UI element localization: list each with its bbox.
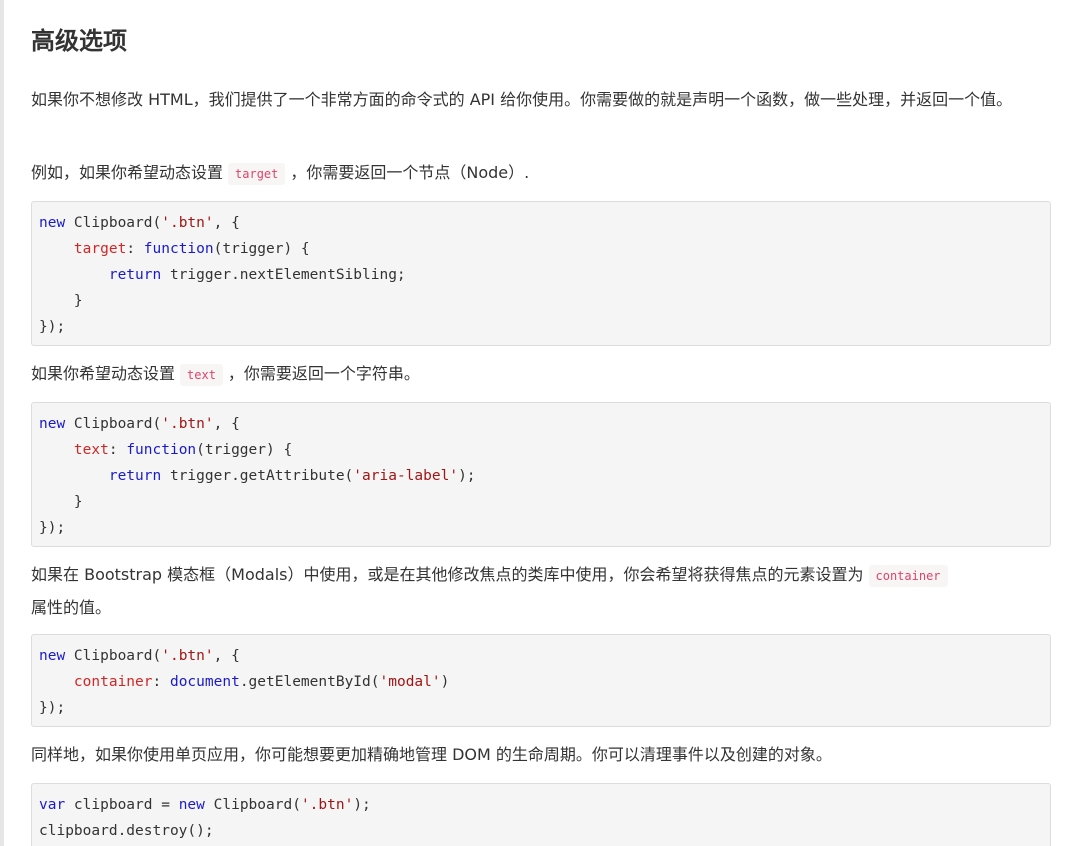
code-block-target[interactable]: new Clipboard('.btn', { target: function… bbox=[31, 201, 1051, 346]
code-block-destroy[interactable]: var clipboard = new Clipboard('.btn'); cl… bbox=[31, 783, 1051, 846]
section-heading: 高级选项 bbox=[31, 27, 127, 55]
code-line: clipboard.destroy(); bbox=[39, 823, 214, 839]
intro-paragraph: 如果你不想修改 HTML，我们提供了一个非常方面的命令式的 API 给你使用。你… bbox=[31, 90, 1013, 109]
inline-code-text: text bbox=[180, 364, 223, 386]
container-paragraph-text-before: 如果在 Bootstrap 模态框（Modals）中使用，或是在其他修改焦点的类… bbox=[31, 565, 864, 584]
code-line: } bbox=[39, 293, 83, 309]
code-line: target: function(trigger) { bbox=[73, 241, 310, 257]
code-block-text[interactable]: new Clipboard('.btn', { text: function(t… bbox=[31, 402, 1051, 547]
target-paragraph: 例如，如果你希望动态设置 target ，你需要返回一个节点（Node）. bbox=[31, 157, 1053, 190]
code-line: text: function(trigger) { bbox=[73, 442, 293, 458]
code-line: var clipboard = new Clipboard('.btn'); bbox=[39, 797, 371, 813]
left-border bbox=[0, 0, 4, 846]
code-line: } bbox=[39, 494, 83, 510]
inline-code-target: target bbox=[228, 163, 286, 185]
container-paragraph-text-after: 属性的值。 bbox=[31, 598, 112, 617]
text-paragraph-text-before: 如果你希望动态设置 bbox=[31, 364, 176, 383]
code-line: }); bbox=[39, 319, 66, 335]
text-paragraph-text-after: ，你需要返回一个字符串。 bbox=[227, 364, 420, 383]
container-paragraph: 如果在 Bootstrap 模态框（Modals）中使用，或是在其他修改焦点的类… bbox=[31, 559, 1053, 623]
spa-paragraph: 同样地，如果你使用单页应用，你可能想要更加精确地管理 DOM 的生命周期。你可以… bbox=[31, 745, 832, 764]
code-block-container[interactable]: new Clipboard('.btn', { container: docum… bbox=[31, 634, 1051, 727]
code-line: new Clipboard('.btn', { bbox=[39, 215, 240, 231]
target-paragraph-text-before: 例如，如果你希望动态设置 bbox=[31, 163, 224, 182]
code-line: }); bbox=[39, 700, 66, 716]
text-paragraph: 如果你希望动态设置 text ，你需要返回一个字符串。 bbox=[31, 358, 1053, 391]
code-line: container: document.getElementById('moda… bbox=[73, 674, 450, 690]
target-paragraph-text-after: ，你需要返回一个节点（Node）. bbox=[290, 163, 530, 182]
inline-code-container: container bbox=[868, 565, 948, 587]
code-line: new Clipboard('.btn', { bbox=[39, 648, 240, 664]
code-line: return trigger.nextElementSibling; bbox=[108, 267, 406, 283]
code-line: return trigger.getAttribute('aria-label'… bbox=[108, 468, 476, 484]
code-line: }); bbox=[39, 520, 66, 536]
code-line: new Clipboard('.btn', { bbox=[39, 416, 240, 432]
